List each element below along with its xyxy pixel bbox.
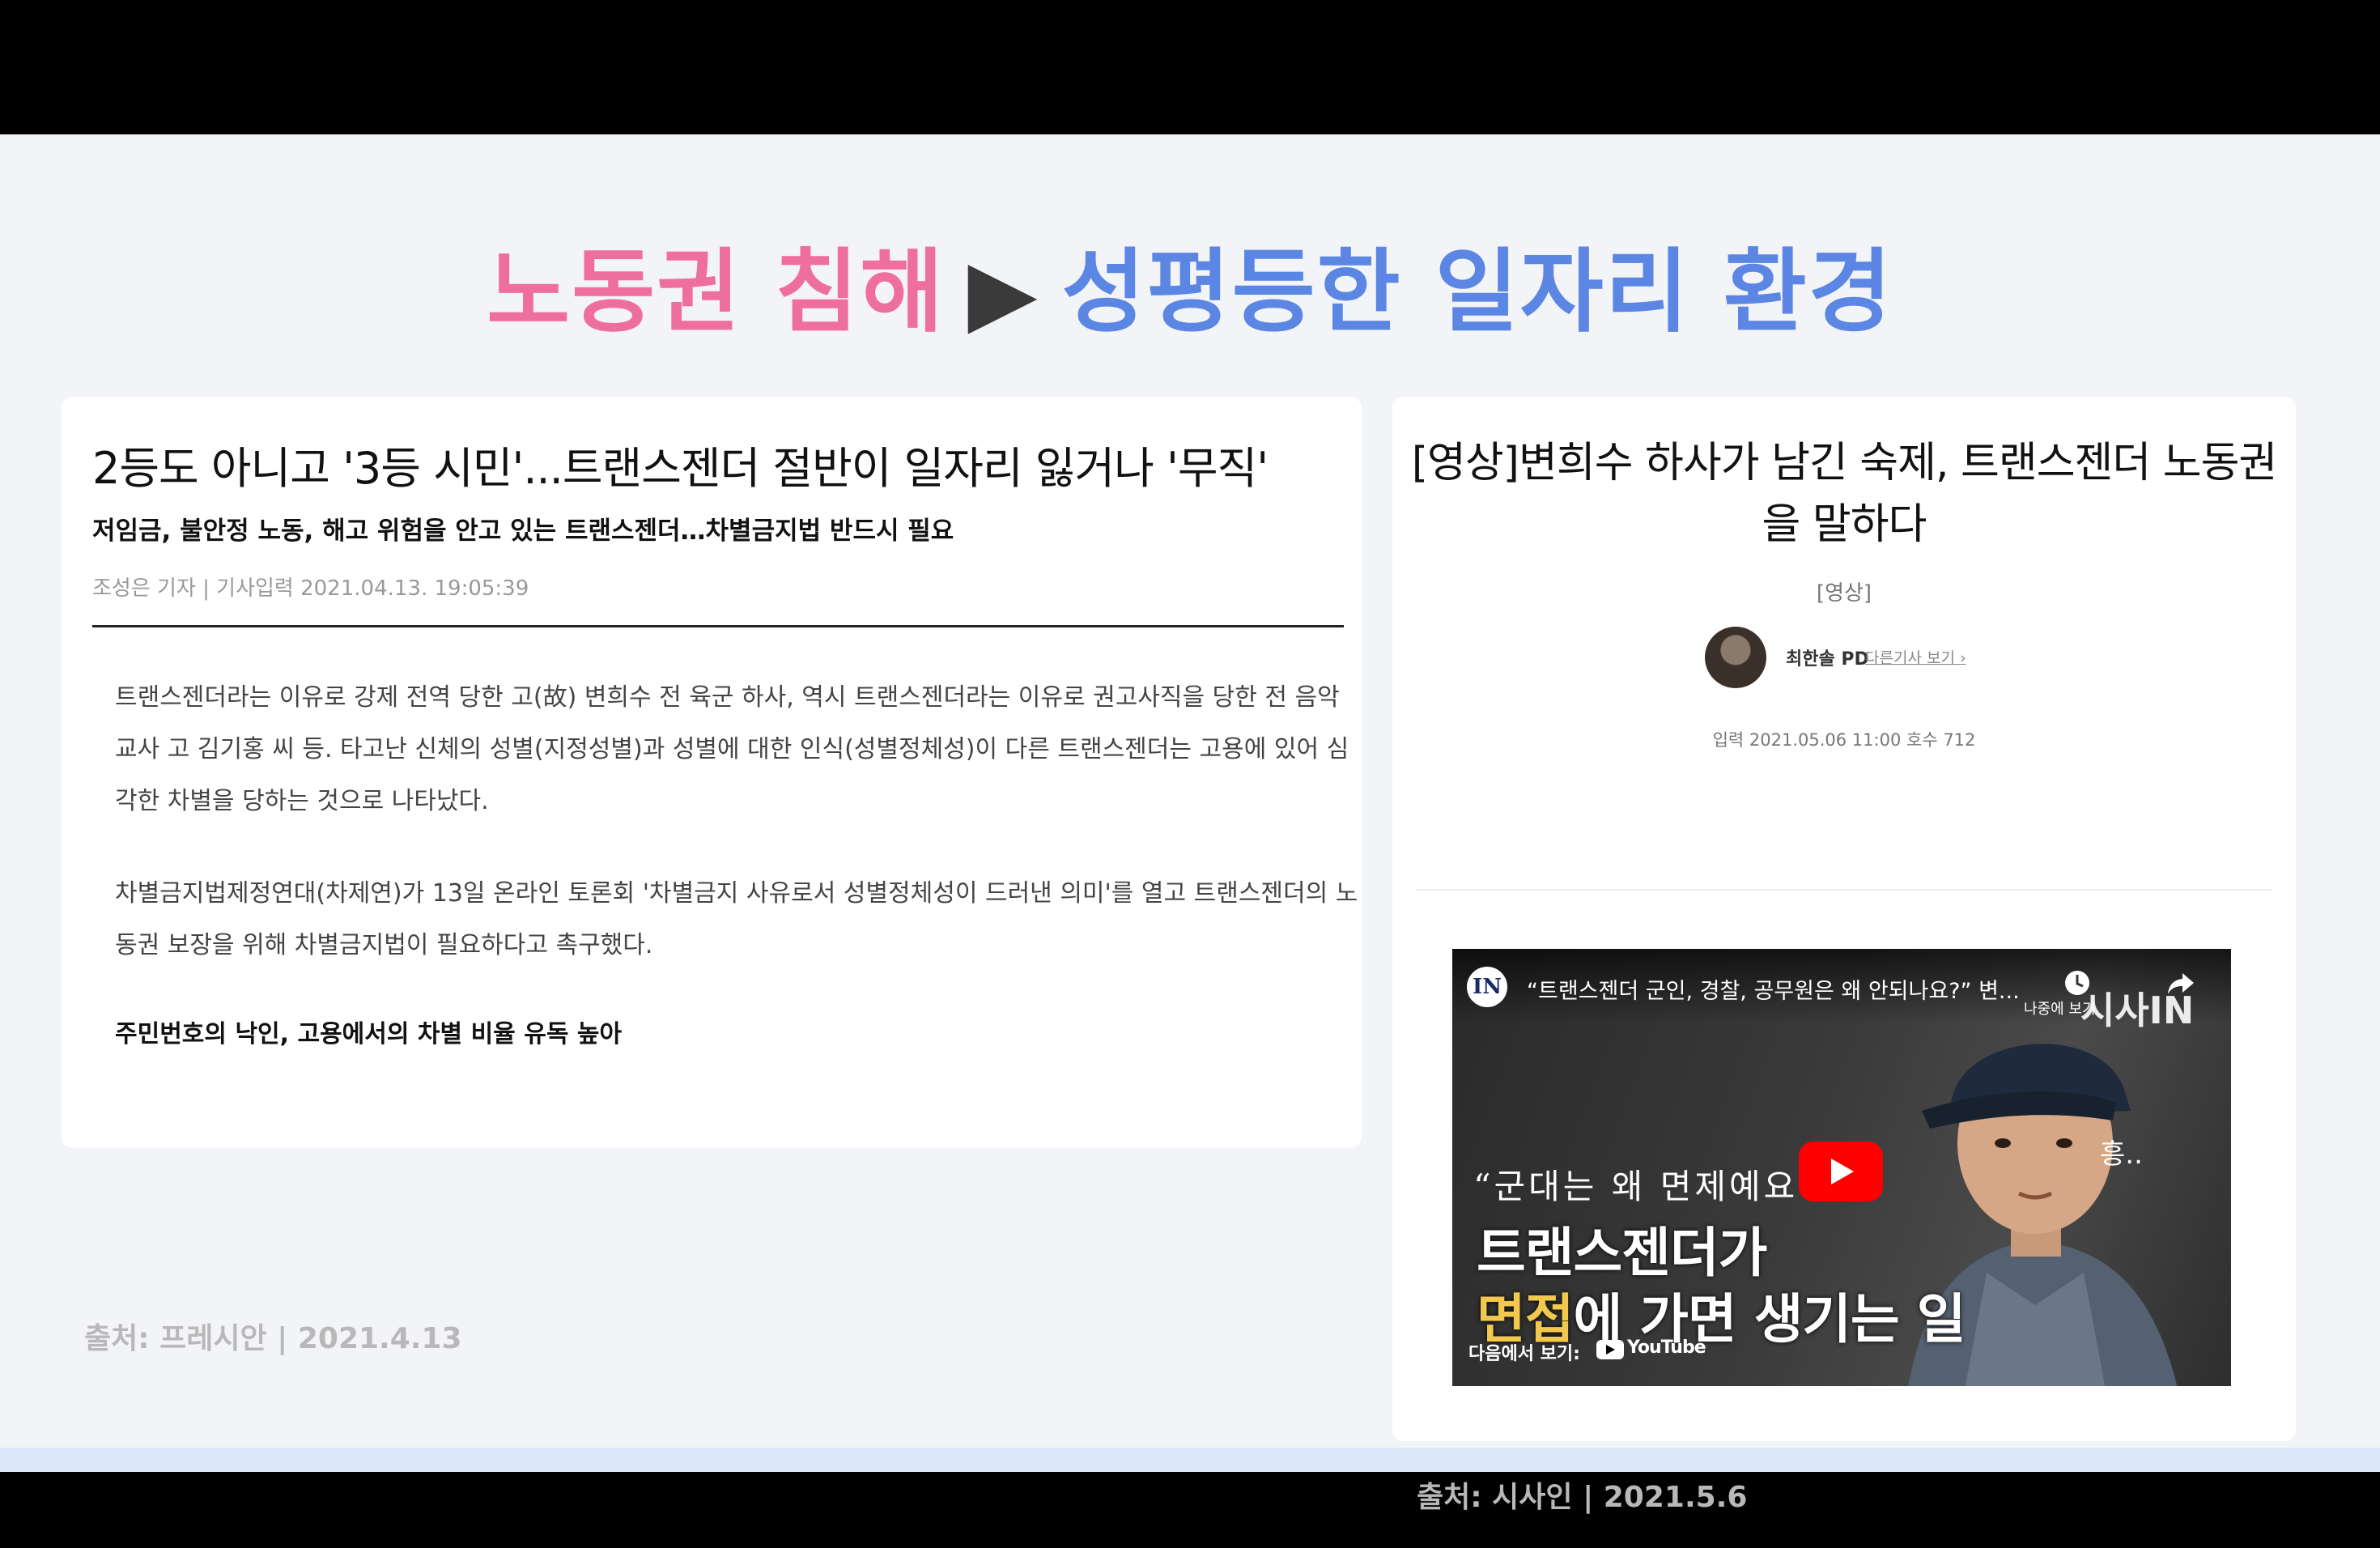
- left-article-paragraph-2: 차별금지법제정연대(차제연)가 13일 온라인 토론회 '차별금지 사유로서 성…: [115, 879, 1358, 959]
- right-article-card: [영상]변희수 하사가 남긴 숙제, 트랜스젠더 노동권을 말하다 [영상] 최…: [1392, 397, 2296, 1441]
- author-more-articles-link[interactable]: 다른기사 보기 ›: [1865, 646, 1966, 668]
- youtube-icon: [1596, 1340, 1624, 1359]
- video-subtitle-hum: 흥..: [2100, 1138, 2143, 1171]
- left-article-paragraph-1: 트랜스젠더라는 이유로 강제 전역 당한 고(故) 변희수 전 육군 하사, 역…: [115, 683, 1349, 815]
- youtube-label: YouTube: [1627, 1337, 1706, 1358]
- video-title[interactable]: “트랜스젠더 군인, 경찰, 공무원은 왜 안되나요?” 변...: [1527, 973, 2020, 1005]
- left-article-subtitle: 저임금, 불안정 노동, 해고 위험을 안고 있는 트랜스젠더…차별금지법 반드…: [92, 517, 954, 546]
- right-article-date: 입력 2021.05.06 11:00 호수 712: [1712, 730, 1976, 750]
- headline-gender-equal-workplace: 성평등한 일자리 환경: [1061, 240, 1893, 345]
- right-source-caption: 출처: 시사인 | 2021.5.6: [1417, 1481, 1748, 1514]
- right-article-title[interactable]: [영상]변희수 하사가 남긴 숙제, 트랜스젠더 노동권을 말하다: [1409, 432, 2280, 555]
- play-button-icon[interactable]: [1799, 1142, 1883, 1201]
- right-article-category: [영상]: [1816, 581, 1872, 606]
- author-name: 최한솔 PD: [1786, 649, 1869, 670]
- video-player[interactable]: IN “트랜스젠더 군인, 경찰, 공무원은 왜 안되나요?” 변... 나중에…: [1452, 949, 2231, 1386]
- watch-on-label: 다음에서 보기:: [1468, 1344, 1580, 1364]
- video-channel-logo[interactable]: IN: [1467, 967, 1507, 1007]
- left-article-meta: 조성은 기자 | 기사입력 2021.04.13. 19:05:39: [92, 576, 529, 601]
- slide-headline: 노동권 침해 ▶ 성평등한 일자리 환경: [0, 238, 2380, 347]
- right-article-author: 최한솔 PD 다른기사 보기 ›: [1705, 627, 2029, 691]
- left-article-card: 2등도 아니고 '3등 시민'...트랜스젠더 절반이 일자리 잃거나 '무직'…: [62, 397, 1362, 1148]
- author-avatar: [1705, 627, 1766, 688]
- left-source-caption: 출처: 프레시안 | 2021.4.13: [84, 1322, 462, 1355]
- video-quote: “군대는 왜 면제예요: [1473, 1167, 1799, 1206]
- left-article-section-heading: 주민번호의 낙인, 고용에서의 차별 비율 유독 높아: [115, 1020, 623, 1048]
- headline-labor-rights-violation: 노동권 침해: [487, 240, 946, 345]
- left-article-title[interactable]: 2등도 아니고 '3등 시민'...트랜스젠더 절반이 일자리 잃거나 '무직': [92, 432, 1269, 496]
- slide-background: 노동권 침해 ▶ 성평등한 일자리 환경 2등도 아니고 '3등 시민'...트랜스…: [0, 134, 2380, 1514]
- left-article-divider: [92, 625, 1344, 627]
- video-brand-watermark: 시사IN: [2080, 989, 2195, 1032]
- right-article-divider: [1417, 889, 2272, 891]
- slide-bottom-strip: [0, 1448, 2380, 1472]
- headline-arrow: ▶: [967, 240, 1039, 345]
